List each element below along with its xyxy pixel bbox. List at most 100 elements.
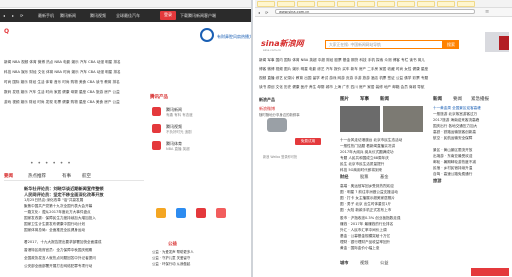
tab-headlines[interactable]: 要闻	[453, 96, 462, 102]
lower-item-2[interactable]: 赚钱 · 2017年 最赚钱的行业排名	[340, 222, 393, 227]
carousel-dots[interactable]: • • • • • •	[30, 160, 72, 167]
tab-video[interactable]: 视频	[360, 260, 368, 266]
bookmark-2[interactable]	[277, 1, 295, 7]
sina-nav-row-2[interactable]: 博客 微博 视频 图片 娱乐 明星 电影 综艺 汽车 报价 买车 新车 房产 二…	[259, 67, 428, 72]
mid-item-5[interactable]: 图 · 大陆 新款手机正式发布上市	[340, 208, 391, 213]
lower-item-1[interactable]: 股市 · 沪指收涨0.3% 创业板指数走强	[340, 216, 400, 221]
tab-news[interactable]: 要闻	[4, 173, 13, 179]
hot-item-4[interactable]: 专题 人民共和国成立68周年庆	[340, 156, 389, 161]
category-row-4[interactable]: 数码 发现 娱乐 汽车 生活 时尚 家居 健康 母婴 星座 CBA 旅游 房产 …	[4, 90, 120, 95]
category-row-2[interactable]: 科技 NBA 娱乐 财经 文化 体育 NBA 时尚 娱乐 汽车 CBA 动漫 明…	[4, 70, 121, 75]
refresh-icon-right[interactable]: ⟳	[265, 10, 268, 15]
news-item-4[interactable]: 国家发改委：保障民生力度持续加大增加投入	[24, 216, 96, 221]
bookmark-6[interactable]	[357, 1, 375, 7]
right-col-item-10[interactable]: 民宿 · 乡村民宿持续升温	[433, 166, 472, 171]
news-item-5[interactable]: 国家卫生计生委发布健康中国行动计划	[24, 222, 85, 227]
news-item-2[interactable]: 聚焦中国共产党第十九次全国代表大会开幕	[24, 204, 92, 209]
product-news-icon[interactable]	[152, 107, 161, 116]
bookmark-9[interactable]	[417, 1, 435, 7]
tab-news-main[interactable]: 新闻	[433, 96, 442, 102]
tab-pictures[interactable]: 图片	[340, 96, 349, 102]
hot-item-5[interactable]: 民生 北京市民生活质量提升	[340, 162, 384, 167]
lower-item-5[interactable]: 理财 · 银行理财产品收益率回升	[340, 240, 390, 245]
bookmark-7[interactable]	[377, 1, 395, 7]
right-col-item-2[interactable]: 一般旅游 北京故宫游客过万	[433, 112, 477, 117]
brand-logo[interactable]: Q	[4, 28, 24, 38]
bookmark-5[interactable]	[337, 1, 355, 7]
lower-item-4[interactable]: 基金 · 公募基金规模突破十万亿	[340, 234, 390, 239]
bookmark-1[interactable]	[257, 1, 275, 7]
news-item-8[interactable]: 香港特区政府官员：全力保障中秋国庆假期	[24, 248, 92, 253]
search-button[interactable]: 搜索	[443, 40, 459, 49]
tab-stock[interactable]: 股票	[360, 174, 368, 180]
tab-breaking[interactable]: 紧急播报	[471, 96, 489, 102]
search-input[interactable]: 大家正在搜: 中国新闻网站导航	[325, 40, 443, 49]
app-icon-4[interactable]	[216, 208, 226, 218]
sina-nav-row-4[interactable]: 读书 原创 文化 历史 健康 医疗 养生 母婴 城市 上海 广东 四川 房产 家…	[259, 85, 424, 90]
mid-item-2[interactable]: 图 · 明星 ? 前往非洲做公益支援活动	[340, 190, 398, 195]
bookmark-10[interactable]	[437, 1, 455, 7]
tab-aviation[interactable]: 航空	[82, 173, 91, 179]
mid-item-4[interactable]: 图 · 男子 北京 出生时体重仅1斤	[340, 202, 391, 207]
tab-finance[interactable]: 财经	[340, 174, 348, 180]
tab-news-right[interactable]: 新闻	[380, 96, 389, 102]
news-item-7[interactable]: 看2017，十九大报告提出要求部署加快全面建成	[24, 240, 101, 245]
sina-nav-row-3[interactable]: 视频 直播 综艺 纪录片 教育 出国 留学 考试 游戏 网游 页游 手游 旅游 …	[259, 76, 428, 81]
mid-item-3[interactable]: 图 · 打卡 女主播展示超美家居照片	[340, 196, 395, 201]
right-col-item-6[interactable]: 航空 · 民航运输安全保障	[433, 136, 472, 141]
tab-things[interactable]: 有事	[62, 173, 71, 179]
lower-item-3[interactable]: 外汇 · 人民币汇率中间价上调	[340, 228, 387, 233]
bookmark-8[interactable]	[397, 1, 415, 7]
bookmark-3[interactable]	[297, 1, 315, 7]
bottom-ad[interactable]	[471, 268, 509, 276]
forward-icon[interactable]: ▸	[12, 13, 14, 18]
right-col-item-4[interactable]: 国庆出行 各地交通压力加大	[433, 124, 477, 129]
tab-charity[interactable]: 公益	[380, 260, 388, 266]
hot-item-6[interactable]: 科技 5G商用时代即将到来	[340, 168, 382, 173]
nav-cta-secondary[interactable]: 下载腾讯新闻客户端	[180, 13, 216, 19]
app-icon-2[interactable]	[176, 208, 186, 218]
product-sports-icon[interactable]	[152, 141, 161, 150]
login-button[interactable]: 登录	[160, 11, 176, 20]
right-col-item-9[interactable]: 邮轮 · 暑期邮轮游热度不减	[433, 160, 476, 165]
promo-link-button[interactable]: 免费试用	[295, 138, 321, 145]
photo-thumb-1[interactable]	[340, 106, 380, 132]
app-icon-3[interactable]	[196, 208, 206, 218]
news-item-1[interactable]: 1月25日热议:深化改革 "话"共赢发展	[24, 198, 83, 203]
url-field[interactable]: www.sina.com.cn	[275, 9, 475, 14]
category-row-3[interactable]: 时尚 国际 娱乐 财经 生活 体育 音乐 时尚 购物 美食 CBA 读书 教育 …	[4, 80, 120, 85]
back-icon-right[interactable]: ◂	[258, 10, 260, 15]
promo-image[interactable]	[267, 118, 287, 132]
tab-military[interactable]: 军事	[360, 96, 369, 102]
tab-fund[interactable]: 基金	[380, 174, 388, 180]
right-col-item-5[interactable]: 高铁 · 铁路运输旅客创新高	[433, 130, 476, 135]
top-right-ad[interactable]	[483, 30, 512, 54]
back-icon[interactable]: ◂	[3, 13, 5, 18]
tab-city[interactable]: 城市	[340, 260, 348, 266]
photo-thumb-2[interactable]	[383, 106, 423, 132]
sina-nav-row-1[interactable]: 新闻 军事 国内 国际 体育 NBA 英超 中超 财经 股票 基金 期货 科技 …	[259, 58, 425, 63]
hot-item-1[interactable]: 十一台风走访港澳台 北京市民生态活动	[340, 138, 402, 143]
nav-item-3[interactable]: 腾讯视频	[90, 13, 106, 19]
product-video-icon[interactable]	[152, 124, 161, 133]
news-item-3[interactable]: 一路文化：遵从2017年度北方大事件盘点	[24, 210, 91, 215]
mid-item-1[interactable]: 高端 · 奥运冠军回乡受到热烈欢迎	[340, 184, 394, 189]
news-item-6[interactable]: 国家体育总局：全面推进全民健身运动	[24, 228, 85, 233]
category-row-5[interactable]: 游戏 视频 娱乐 财经 时尚 发现 彩票 健康 购物 星座 CBA 美食 房产 …	[4, 100, 120, 105]
promo-logo[interactable]: 有财鼻腔风扇热播大	[200, 28, 251, 50]
tab-hot[interactable]: 热点推荐	[28, 173, 46, 179]
banner-area[interactable]	[4, 110, 144, 160]
right-col-item-3[interactable]: 2017旅游 海南迎来客流高峰	[433, 118, 479, 123]
menu-icon[interactable]: ≡	[485, 9, 489, 15]
lower-item-6[interactable]: 黄金 · 国际金价小幅上涨	[340, 246, 379, 251]
refresh-icon[interactable]: ⟳	[20, 13, 23, 18]
side-list-1[interactable]: 公益 · 为爱发声 帮助更多人	[152, 250, 194, 255]
hot-item-3[interactable]: 2017年大阅兵 阅兵仪式圆满成功	[340, 150, 393, 155]
right-col-item-8[interactable]: 出境游 · 东南亚最受欢迎	[433, 154, 472, 159]
news-item-10[interactable]: 公安部全面部署开展打击网络犯罪专项行动	[24, 264, 92, 269]
right-col-item-11[interactable]: 自驾 · 高速公路免费通行	[433, 172, 472, 177]
bookmark-4[interactable]	[317, 1, 335, 7]
category-row-1[interactable]: 新闻 NBA 视频 体育 微博 热点 NBA 电影 娱乐 汽车 CBA 动漫 明…	[4, 60, 121, 65]
hot-item-2[interactable]: 一般性热门话题 看新闻直播实况讲	[340, 144, 395, 149]
nav-item-2[interactable]: 腾讯新闻	[60, 13, 76, 19]
